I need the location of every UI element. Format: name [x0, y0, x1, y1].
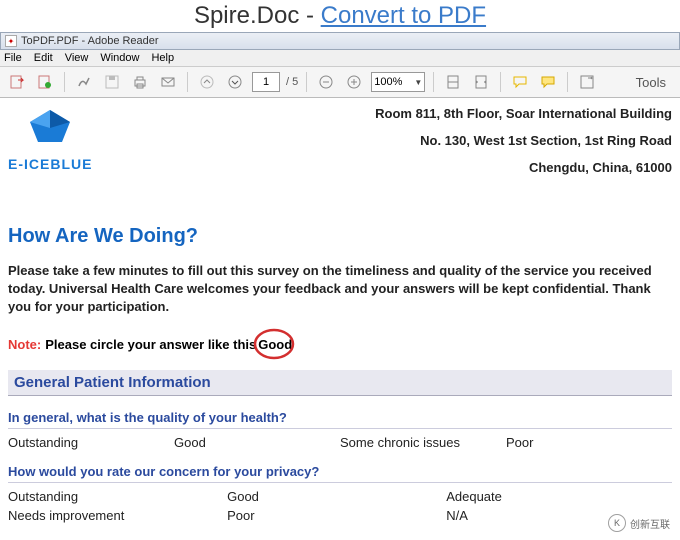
save-icon[interactable]	[101, 71, 123, 93]
export-pdf-icon[interactable]	[6, 71, 28, 93]
menu-window[interactable]: Window	[100, 52, 139, 64]
menu-help[interactable]: Help	[151, 52, 174, 64]
separator	[567, 72, 568, 92]
question-1: In general, what is the quality of your …	[8, 410, 672, 429]
zoom-in-icon[interactable]	[343, 71, 365, 93]
option: Outstanding	[8, 489, 227, 504]
q2-options-row1: Outstanding Good Adequate	[8, 489, 672, 504]
banner-prefix: Spire.Doc -	[194, 2, 321, 29]
menu-edit[interactable]: Edit	[34, 52, 53, 64]
watermark-text: 创新互联	[630, 516, 670, 531]
page-down-icon[interactable]	[224, 71, 246, 93]
logo-mark-icon	[22, 106, 78, 152]
highlight-comment-icon[interactable]	[537, 71, 559, 93]
note-text: Please circle your answer like this	[45, 337, 256, 352]
menubar: File Edit View Window Help	[0, 50, 680, 67]
zoom-select[interactable]: 100% ▼	[371, 72, 425, 92]
chevron-down-icon: ▼	[414, 78, 422, 87]
page-total: / 5	[286, 76, 298, 88]
separator	[187, 72, 188, 92]
tools-panel-button[interactable]: Tools	[628, 75, 674, 90]
watermark-logo-icon: K	[608, 514, 626, 532]
email-icon[interactable]	[157, 71, 179, 93]
window-title: ToPDF.PDF - Adobe Reader	[21, 35, 159, 47]
menu-view[interactable]: View	[65, 52, 89, 64]
top-banner: Spire.Doc - Convert to PDF	[0, 0, 680, 32]
note-line: Note: Please circle your answer like thi…	[8, 337, 672, 352]
option: Poor	[506, 435, 672, 450]
section-header: General Patient Information	[8, 370, 672, 396]
zoom-out-icon[interactable]	[315, 71, 337, 93]
read-mode-icon[interactable]	[576, 71, 598, 93]
titlebar: ✦ ToPDF.PDF - Adobe Reader	[0, 32, 680, 50]
option: Good	[174, 435, 340, 450]
circled-example: Good	[258, 337, 292, 352]
question-2: How would you rate our concern for your …	[8, 464, 672, 483]
logo: E-ICEBLUE	[8, 106, 92, 172]
address-block: Room 811, 8th Floor, Soar International …	[375, 106, 672, 187]
separator	[64, 72, 65, 92]
page-up-icon[interactable]	[196, 71, 218, 93]
separator	[433, 72, 434, 92]
note-label: Note:	[8, 337, 41, 352]
option: Outstanding	[8, 435, 174, 450]
intro-paragraph: Please take a few minutes to fill out th…	[8, 262, 672, 317]
option: Poor	[227, 508, 446, 523]
address-line3: Chengdu, China, 61000	[375, 160, 672, 175]
q2-options-row2: Needs improvement Poor N/A	[8, 508, 672, 523]
logo-name: E-ICEBLUE	[8, 156, 92, 172]
option: Needs improvement	[8, 508, 227, 523]
separator	[500, 72, 501, 92]
comment-icon[interactable]	[509, 71, 531, 93]
fit-page-icon[interactable]	[442, 71, 464, 93]
menu-file[interactable]: File	[4, 52, 22, 64]
document-area: E-ICEBLUE Room 811, 8th Floor, Soar Inte…	[0, 98, 680, 536]
separator	[306, 72, 307, 92]
address-line2: No. 130, West 1st Section, 1st Ring Road	[375, 133, 672, 148]
option: Adequate	[446, 489, 665, 504]
option: Good	[227, 489, 446, 504]
q1-options: Outstanding Good Some chronic issues Poo…	[8, 435, 672, 450]
create-pdf-icon[interactable]	[34, 71, 56, 93]
fit-width-icon[interactable]	[470, 71, 492, 93]
option: Some chronic issues	[340, 435, 506, 450]
toolbar: / 5 100% ▼ Tools	[0, 67, 680, 98]
sign-icon[interactable]	[73, 71, 95, 93]
circled-text: Good	[258, 337, 292, 352]
print-icon[interactable]	[129, 71, 151, 93]
convert-pdf-link[interactable]: Convert to PDF	[321, 2, 486, 29]
page-heading: How Are We Doing?	[8, 225, 672, 248]
watermark: K 创新互联	[608, 514, 670, 532]
address-line1: Room 811, 8th Floor, Soar International …	[375, 106, 672, 121]
page-number-input[interactable]	[252, 72, 280, 92]
pdf-icon: ✦	[5, 35, 17, 47]
zoom-value: 100%	[374, 76, 402, 88]
